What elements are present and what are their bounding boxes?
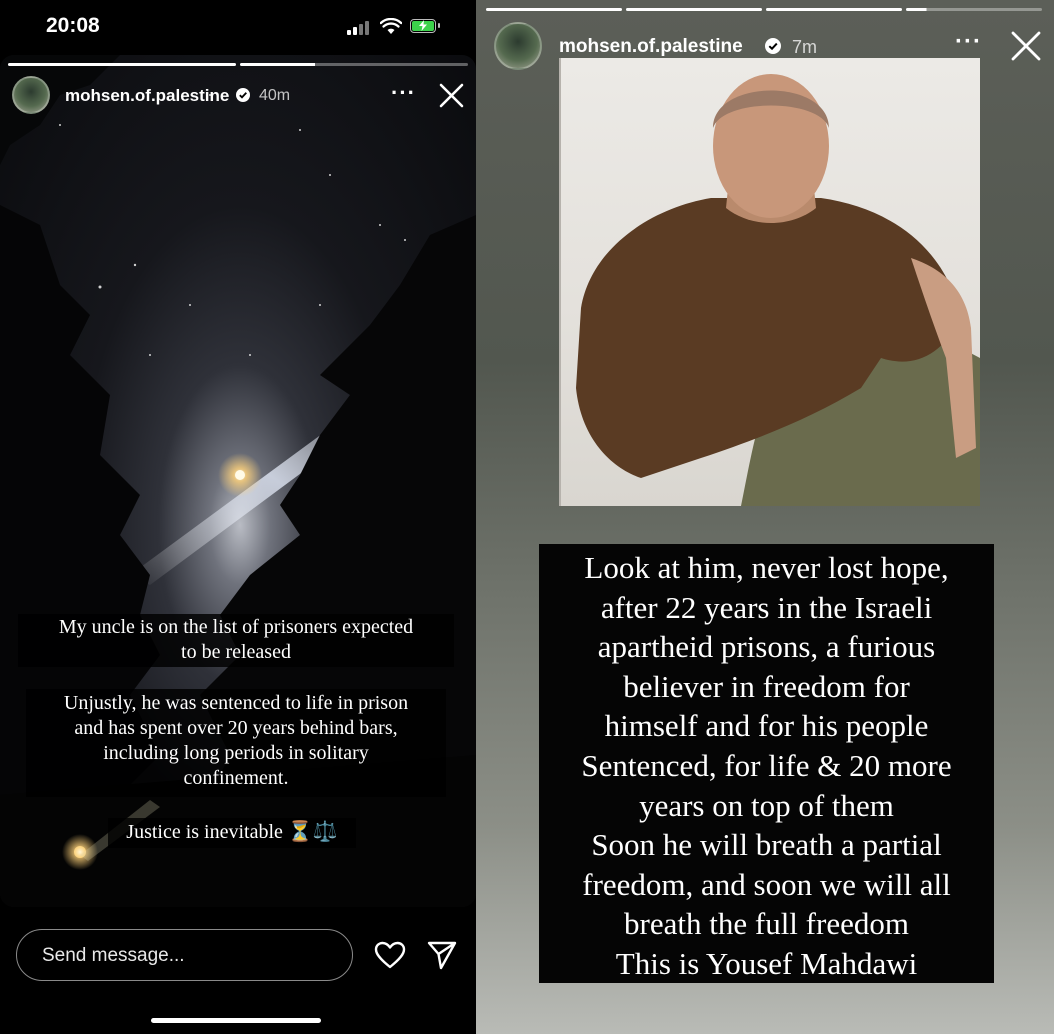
caption-line: Justice is inevitable ⏳⚖️ <box>126 821 338 843</box>
status-bar: 20:08 <box>0 0 476 54</box>
caption-line: freedom, and soon we will all <box>582 866 951 902</box>
verified-badge-icon <box>765 38 781 54</box>
caption-line: Sentenced, for life & 20 more <box>581 747 952 783</box>
avatar[interactable] <box>494 22 542 70</box>
close-icon[interactable] <box>1011 31 1041 61</box>
story-progress-bar <box>8 63 468 66</box>
battery-icon <box>410 19 440 33</box>
caption-line: This is Yousef Mahdawi <box>615 945 918 981</box>
caption-line: My uncle is on the list of prisoners exp… <box>58 616 414 638</box>
avatar[interactable] <box>12 76 50 114</box>
caption-line: after 22 years in the Israeli <box>600 589 933 625</box>
caption-line: breath the full freedom <box>624 906 909 942</box>
story-progress-bar <box>486 8 1042 11</box>
more-options-icon[interactable]: ··· <box>391 80 416 106</box>
progress-segment <box>8 63 236 66</box>
caption-line: and has spent over 20 years behind bars, <box>74 717 398 739</box>
status-time: 20:08 <box>46 14 100 37</box>
progress-segment <box>486 8 622 11</box>
portrait-photo <box>559 58 980 506</box>
close-icon[interactable] <box>439 83 464 108</box>
username[interactable]: mohsen.of.palestine <box>559 36 743 58</box>
send-message-input[interactable]: Send message... <box>16 929 353 981</box>
heart-icon[interactable] <box>374 941 406 969</box>
home-indicator <box>151 1018 321 1023</box>
caption-line: Look at him, never lost hope, <box>584 550 949 585</box>
charging-bolt-icon <box>419 20 427 31</box>
caption-block-2: Unjustly, he was sentenced to life in pr… <box>26 689 446 797</box>
caption-line: to be released <box>181 641 291 663</box>
caption-line: including long periods in solitary <box>103 742 369 764</box>
verified-badge-icon <box>236 88 250 102</box>
progress-segment-current <box>906 8 1042 11</box>
send-message-placeholder: Send message... <box>42 945 185 966</box>
send-icon[interactable] <box>426 940 458 970</box>
caption-line: himself and for his people <box>604 708 929 744</box>
time-ago: 40m <box>259 87 291 104</box>
caption-line: believer in freedom for <box>623 668 910 704</box>
story-caption: Look at him, never lost hope, after 22 y… <box>539 544 994 983</box>
caption-line: Unjustly, he was sentenced to life in pr… <box>63 692 409 714</box>
more-options-icon[interactable]: ··· <box>955 28 982 56</box>
left-story-screen: 20:08 mohsen.of.palestine 40m ··· My unc… <box>0 0 476 1034</box>
progress-segment <box>766 8 902 11</box>
caption-block-1: My uncle is on the list of prisoners exp… <box>18 614 454 667</box>
caption-line: apartheid prisons, a furious <box>597 629 936 665</box>
progress-segment <box>626 8 762 11</box>
cellular-signal-icon <box>347 21 371 35</box>
progress-segment-current <box>240 63 468 66</box>
caption-line: years on top of them <box>639 787 894 823</box>
wifi-icon <box>380 18 402 34</box>
caption-block-3: Justice is inevitable ⏳⚖️ <box>108 818 356 848</box>
time-ago: 7m <box>792 37 818 57</box>
caption-line: Soon he will breath a partial <box>591 827 942 863</box>
username[interactable]: mohsen.of.palestine <box>65 86 229 106</box>
portrait-illustration <box>576 74 980 506</box>
caption-line: confinement. <box>183 767 289 789</box>
